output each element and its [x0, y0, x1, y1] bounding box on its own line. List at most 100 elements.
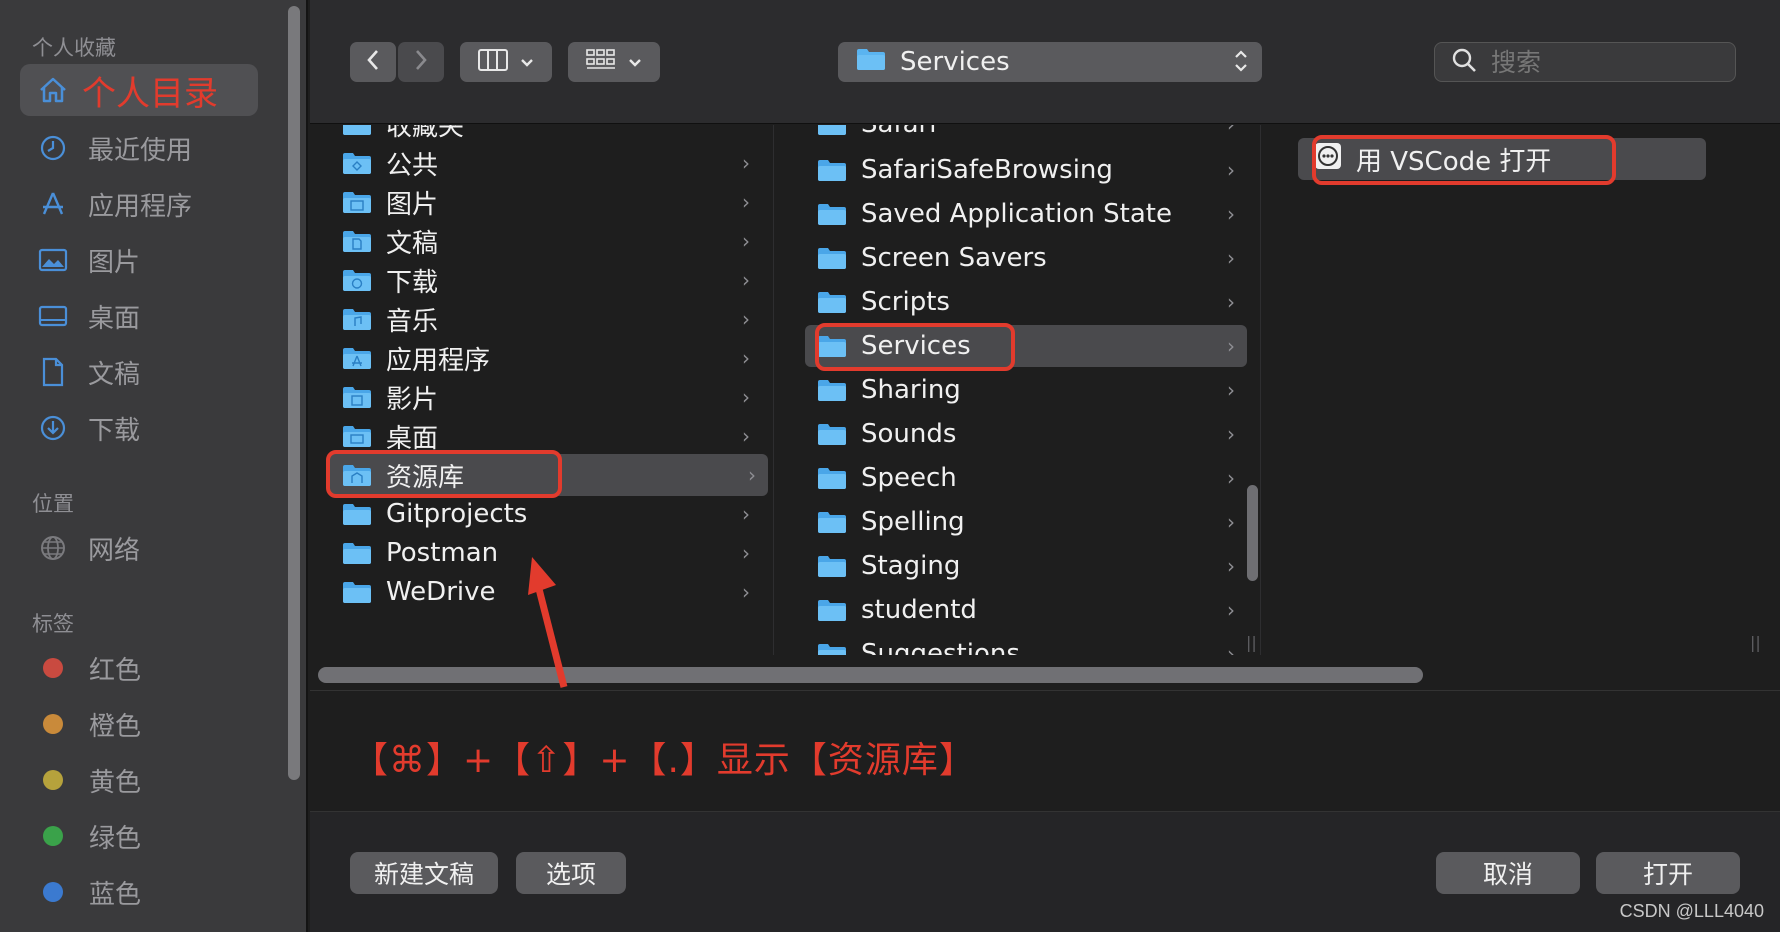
column-3: 用 VSCode 打开 || — [1288, 125, 1768, 655]
list-item-label: Scripts — [861, 287, 950, 317]
highlight-vscode — [1312, 135, 1616, 185]
locations-section-title: 位置 — [32, 492, 74, 516]
list-item-label: Sounds — [861, 419, 957, 449]
list-item[interactable]: Spelling › — [817, 501, 1247, 543]
sidebar-item-desktop[interactable]: 桌面 — [20, 290, 258, 342]
chevron-right-icon: › — [1227, 290, 1235, 314]
list-item[interactable]: Gitprojects › — [342, 493, 762, 535]
list-item-label: 收藏夹 — [386, 125, 465, 142]
chevron-right-icon: › — [742, 229, 750, 253]
sidebar-item-label: 绿色 — [89, 823, 142, 854]
sidebar-item-downloads[interactable]: 下载 — [20, 402, 258, 454]
folder-icon — [817, 466, 847, 490]
clock-icon — [36, 131, 70, 165]
path-popup[interactable]: Services — [838, 42, 1262, 82]
folder-icon — [342, 580, 372, 604]
sidebar-item-label: 下载 — [88, 415, 141, 446]
column-resize-handle[interactable]: || — [1750, 633, 1761, 652]
list-item[interactable]: Scripts › — [817, 281, 1247, 323]
sidebar-item-recents[interactable]: 最近使用 — [20, 122, 258, 174]
chevron-right-icon: › — [1227, 510, 1235, 534]
grid-icon — [586, 49, 616, 75]
folder-icon — [817, 642, 847, 655]
search-input[interactable] — [1491, 47, 1711, 77]
folder-icon — [817, 202, 847, 226]
folder-icon — [342, 541, 372, 565]
list-item[interactable]: 下载 › — [342, 259, 762, 301]
chevron-right-icon: › — [742, 268, 750, 292]
chevron-right-icon: › — [1227, 125, 1235, 136]
annotation-arrow-icon — [528, 557, 568, 688]
sidebar-item-pictures[interactable]: 图片 — [20, 234, 258, 286]
sidebar-item-applications[interactable]: 应用程序 — [20, 178, 258, 230]
list-item[interactable]: 应用程序 › — [342, 337, 762, 379]
list-item[interactable]: SafariSafeBrowsing › — [817, 149, 1247, 191]
view-mode-button[interactable] — [460, 42, 552, 82]
desktop-folder-icon — [342, 424, 372, 448]
sidebar-item-label: 文稿 — [88, 359, 141, 390]
highlight-services — [815, 323, 1015, 371]
group-button[interactable] — [568, 42, 660, 82]
back-button[interactable] — [350, 42, 396, 82]
list-item[interactable]: Sharing › — [817, 369, 1247, 411]
sidebar-tag-green[interactable]: 绿色 — [20, 810, 258, 862]
search-icon — [1451, 47, 1477, 77]
list-item[interactable]: Safari › — [817, 125, 1247, 145]
list-item-label: Safari — [861, 125, 936, 139]
sidebar-tag-blue[interactable]: 蓝色 — [20, 866, 258, 918]
folder-icon — [817, 125, 847, 136]
chevron-right-icon: › — [742, 424, 750, 448]
list-item[interactable]: 影片 › — [342, 376, 762, 418]
chevron-right-icon: › — [1227, 422, 1235, 446]
sidebar-item-home[interactable]: 个人目录 — [20, 64, 258, 116]
sidebar-scrollbar[interactable] — [288, 6, 300, 780]
list-item[interactable]: 图片 › — [342, 181, 762, 223]
folder-icon — [856, 47, 886, 78]
folder-icon — [817, 422, 847, 446]
horizontal-scrollbar[interactable] — [318, 667, 1423, 683]
watermark: CSDN @LLL4040 — [1619, 901, 1764, 921]
list-item[interactable]: 公共 › — [342, 142, 762, 184]
column-resize-handle[interactable]: || — [1246, 633, 1257, 652]
list-item[interactable]: Speech › — [817, 457, 1247, 499]
column-2-scrollbar[interactable] — [1247, 485, 1258, 581]
applications-folder-icon — [342, 346, 372, 370]
folder-icon — [817, 510, 847, 534]
sidebar-item-network[interactable]: 网络 — [20, 522, 258, 574]
sidebar-tag-red[interactable]: 红色 — [20, 642, 258, 694]
list-item[interactable]: Staging › — [817, 545, 1247, 587]
new-document-button[interactable]: 新建文稿 — [350, 852, 498, 894]
list-item[interactable]: studentd › — [817, 589, 1247, 631]
list-item[interactable]: 文稿 › — [342, 220, 762, 262]
tag-dot-icon — [43, 882, 63, 902]
forward-button[interactable] — [398, 42, 444, 82]
list-item[interactable]: Sounds › — [817, 413, 1247, 455]
list-item[interactable]: Saved Application State › — [817, 193, 1247, 235]
list-item-label: 图片 — [386, 189, 439, 220]
list-item[interactable]: 音乐 › — [342, 298, 762, 340]
desktop-icon — [36, 299, 70, 333]
list-item[interactable]: Suggestions › — [817, 633, 1247, 655]
tag-dot-icon — [43, 714, 63, 734]
chevron-right-icon: › — [742, 307, 750, 331]
tags-section-title: 标签 — [32, 612, 74, 636]
sidebar-item-label: 黄色 — [89, 767, 142, 798]
chevron-right-icon: › — [742, 502, 750, 526]
sidebar-tag-yellow[interactable]: 黄色 — [20, 754, 258, 806]
search-field[interactable] — [1434, 42, 1736, 82]
chevron-right-icon: › — [1227, 554, 1235, 578]
house-icon — [36, 73, 70, 107]
tag-dot-icon — [43, 770, 63, 790]
sidebar-item-label: 最近使用 — [88, 135, 193, 166]
sidebar-item-documents[interactable]: 文稿 — [20, 346, 258, 398]
folder-icon — [342, 125, 372, 136]
sidebar-item-label: 应用程序 — [88, 191, 193, 222]
sidebar-tag-orange[interactable]: 橙色 — [20, 698, 258, 750]
music-folder-icon — [342, 307, 372, 331]
list-item-label: studentd — [861, 595, 977, 625]
open-button[interactable]: 打开 — [1596, 852, 1740, 894]
list-item[interactable]: Screen Savers › — [817, 237, 1247, 279]
chevron-right-icon: › — [742, 346, 750, 370]
options-button[interactable]: 选项 — [516, 852, 626, 894]
cancel-button[interactable]: 取消 — [1436, 852, 1580, 894]
